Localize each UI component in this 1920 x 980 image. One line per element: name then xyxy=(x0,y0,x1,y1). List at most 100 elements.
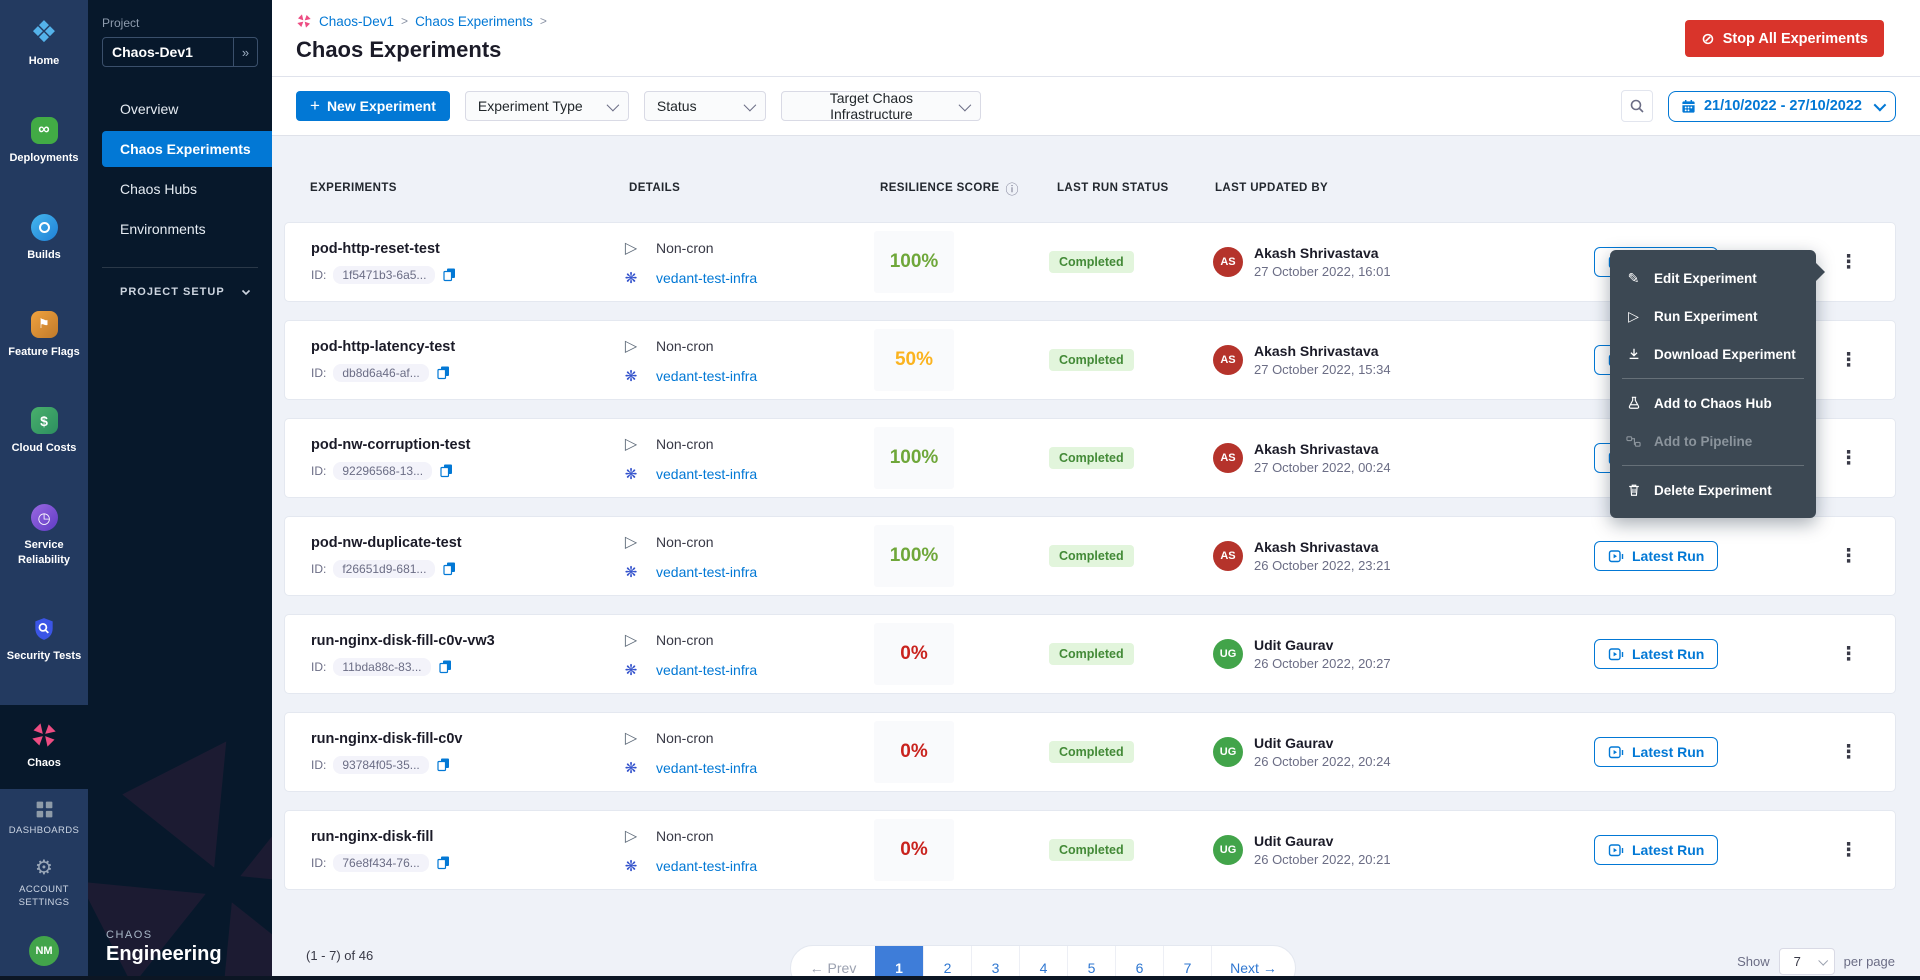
status-filter[interactable]: Status xyxy=(644,91,766,121)
page-button[interactable]: 2 xyxy=(923,946,971,980)
target-infrastructure-filter[interactable]: Target Chaos Infrastructure xyxy=(781,91,981,121)
infrastructure-link[interactable]: vedant-test-infra xyxy=(656,466,757,482)
security-tests-icon xyxy=(31,616,57,642)
breadcrumb-project-link[interactable]: Chaos-Dev1 xyxy=(319,14,394,29)
breadcrumb-separator: > xyxy=(540,14,547,28)
nav-deployments[interactable]: ∞ Deployments xyxy=(0,106,88,177)
copy-icon[interactable] xyxy=(438,659,453,674)
page-button[interactable]: 7 xyxy=(1163,946,1211,980)
page-button[interactable]: 1 xyxy=(875,946,923,980)
nav-builds[interactable]: Builds xyxy=(0,203,88,274)
info-icon[interactable]: ⓘ xyxy=(1006,179,1019,198)
kebab-menu-icon[interactable]: ⋮ xyxy=(1833,543,1864,570)
kebab-menu-icon[interactable]: ⋮ xyxy=(1833,739,1864,766)
latest-run-button[interactable]: Latest Run xyxy=(1594,737,1718,767)
new-experiment-button[interactable]: + New Experiment xyxy=(296,91,450,121)
menu-delete-experiment[interactable]: Delete Experiment xyxy=(1610,471,1816,509)
latest-run-button[interactable]: Latest Run xyxy=(1594,835,1718,865)
copy-icon[interactable] xyxy=(436,757,451,772)
id-label: ID: xyxy=(311,856,326,870)
show-label: Show xyxy=(1737,954,1770,969)
id-label: ID: xyxy=(311,562,326,576)
experiment-name[interactable]: pod-nw-corruption-test xyxy=(311,437,612,453)
page-header: Chaos-Dev1 > Chaos Experiments > Chaos E… xyxy=(272,0,1920,76)
page-button[interactable]: 4 xyxy=(1019,946,1067,980)
chevron-down-icon xyxy=(606,98,619,111)
infrastructure-link[interactable]: vedant-test-infra xyxy=(656,760,757,776)
nav-cloud-costs[interactable]: $ Cloud Costs xyxy=(0,396,88,467)
date-range-picker[interactable]: 21/10/2022 - 27/10/2022 xyxy=(1668,91,1896,122)
status-badge: Completed xyxy=(1049,545,1134,567)
kubernetes-icon: ❋ xyxy=(622,367,640,385)
sidebar-item-chaos-hubs[interactable]: Chaos Hubs xyxy=(102,171,258,207)
kebab-menu-icon[interactable]: ⋮ xyxy=(1833,641,1864,668)
nav-security-tests[interactable]: Security Tests xyxy=(0,605,88,675)
user-avatar[interactable]: NM xyxy=(29,936,59,966)
infrastructure-link[interactable]: vedant-test-infra xyxy=(656,368,757,384)
menu-divider xyxy=(1622,378,1804,379)
experiment-id: 93784f05-35... xyxy=(333,756,428,774)
menu-download-experiment[interactable]: Download Experiment xyxy=(1610,335,1816,373)
page-button[interactable]: 3 xyxy=(971,946,1019,980)
pipeline-icon xyxy=(1625,434,1642,449)
nav-account-settings[interactable]: ⚙ ACCOUNT SETTINGS xyxy=(0,847,88,920)
pagination: ← Prev 1 2 3 4 5 6 7 Next → xyxy=(790,945,1296,980)
module-name: Engineering xyxy=(106,943,222,966)
kebab-menu-icon[interactable]: ⋮ xyxy=(1833,837,1864,864)
run-history-icon xyxy=(1608,548,1624,564)
next-page-button[interactable]: Next → xyxy=(1211,946,1295,980)
experiment-name[interactable]: run-nginx-disk-fill-c0v-vw3 xyxy=(311,633,612,649)
schedule-type: Non-cron xyxy=(656,534,714,550)
sidebar-item-environments[interactable]: Environments xyxy=(102,211,258,247)
nav-feature-flags[interactable]: ⚑ Feature Flags xyxy=(0,300,88,371)
kebab-menu-icon[interactable]: ⋮ xyxy=(1833,347,1864,374)
nav-dashboards[interactable]: DASHBOARDS xyxy=(0,789,88,848)
copy-icon[interactable] xyxy=(442,267,457,282)
prev-page-button[interactable]: ← Prev xyxy=(791,946,875,980)
nav-service-reliability[interactable]: ◷ Service Reliability xyxy=(0,493,88,579)
nav-home[interactable]: ❖ Home xyxy=(0,8,88,80)
kebab-menu-icon[interactable]: ⋮ xyxy=(1833,445,1864,472)
stop-icon: ⊘ xyxy=(1701,29,1714,49)
menu-edit-experiment[interactable]: ✎ Edit Experiment xyxy=(1610,259,1816,297)
nav-chaos[interactable]: Chaos xyxy=(0,705,88,789)
user-name: Akash Shrivastava xyxy=(1254,441,1391,457)
page-title: Chaos Experiments xyxy=(296,37,1884,63)
project-selector[interactable]: Chaos-Dev1 » xyxy=(102,37,258,67)
experiment-name[interactable]: pod-nw-duplicate-test xyxy=(311,535,612,551)
stop-all-experiments-button[interactable]: ⊘ Stop All Experiments xyxy=(1685,20,1884,57)
latest-run-button[interactable]: Latest Run xyxy=(1594,639,1718,669)
infrastructure-link[interactable]: vedant-test-infra xyxy=(656,858,757,874)
copy-icon[interactable] xyxy=(436,365,451,380)
infrastructure-link[interactable]: vedant-test-infra xyxy=(656,564,757,580)
latest-run-button[interactable]: Latest Run xyxy=(1594,541,1718,571)
kebab-menu-icon[interactable]: ⋮ xyxy=(1833,249,1864,276)
sidebar-item-overview[interactable]: Overview xyxy=(102,91,258,127)
project-setup-toggle[interactable]: PROJECT SETUP xyxy=(102,286,258,298)
experiment-type-filter[interactable]: Experiment Type xyxy=(465,91,629,121)
menu-add-to-chaos-hub[interactable]: Add to Chaos Hub xyxy=(1610,384,1816,422)
experiment-name[interactable]: run-nginx-disk-fill-c0v xyxy=(311,731,612,747)
search-button[interactable] xyxy=(1621,90,1653,122)
breadcrumb-page-link[interactable]: Chaos Experiments xyxy=(415,14,533,29)
chaos-breadcrumb-icon xyxy=(296,13,312,29)
experiment-name[interactable]: pod-http-latency-test xyxy=(311,339,612,355)
table-row: run-nginx-disk-fill ID: 76e8f434-76... ▷… xyxy=(284,810,1896,890)
experiment-name[interactable]: run-nginx-disk-fill xyxy=(311,829,612,845)
copy-icon[interactable] xyxy=(439,463,454,478)
page-button[interactable]: 5 xyxy=(1067,946,1115,980)
copy-icon[interactable] xyxy=(436,855,451,870)
menu-run-experiment[interactable]: ▷ Run Experiment xyxy=(1610,297,1816,335)
sidebar-item-chaos-experiments[interactable]: Chaos Experiments xyxy=(102,131,272,167)
copy-icon[interactable] xyxy=(442,561,457,576)
table-header: EXPERIMENTS DETAILS RESILIENCE SCOREⓘ LA… xyxy=(284,136,1896,222)
page-button[interactable]: 6 xyxy=(1115,946,1163,980)
experiment-name[interactable]: pod-http-reset-test xyxy=(311,241,612,257)
page-size-select[interactable]: 7 xyxy=(1779,948,1835,975)
breadcrumb-separator: > xyxy=(401,14,408,28)
infrastructure-link[interactable]: vedant-test-infra xyxy=(656,662,757,678)
download-icon xyxy=(1625,347,1642,361)
window-edge xyxy=(0,976,1920,980)
expand-project-icon[interactable]: » xyxy=(233,38,257,66)
infrastructure-link[interactable]: vedant-test-infra xyxy=(656,270,757,286)
